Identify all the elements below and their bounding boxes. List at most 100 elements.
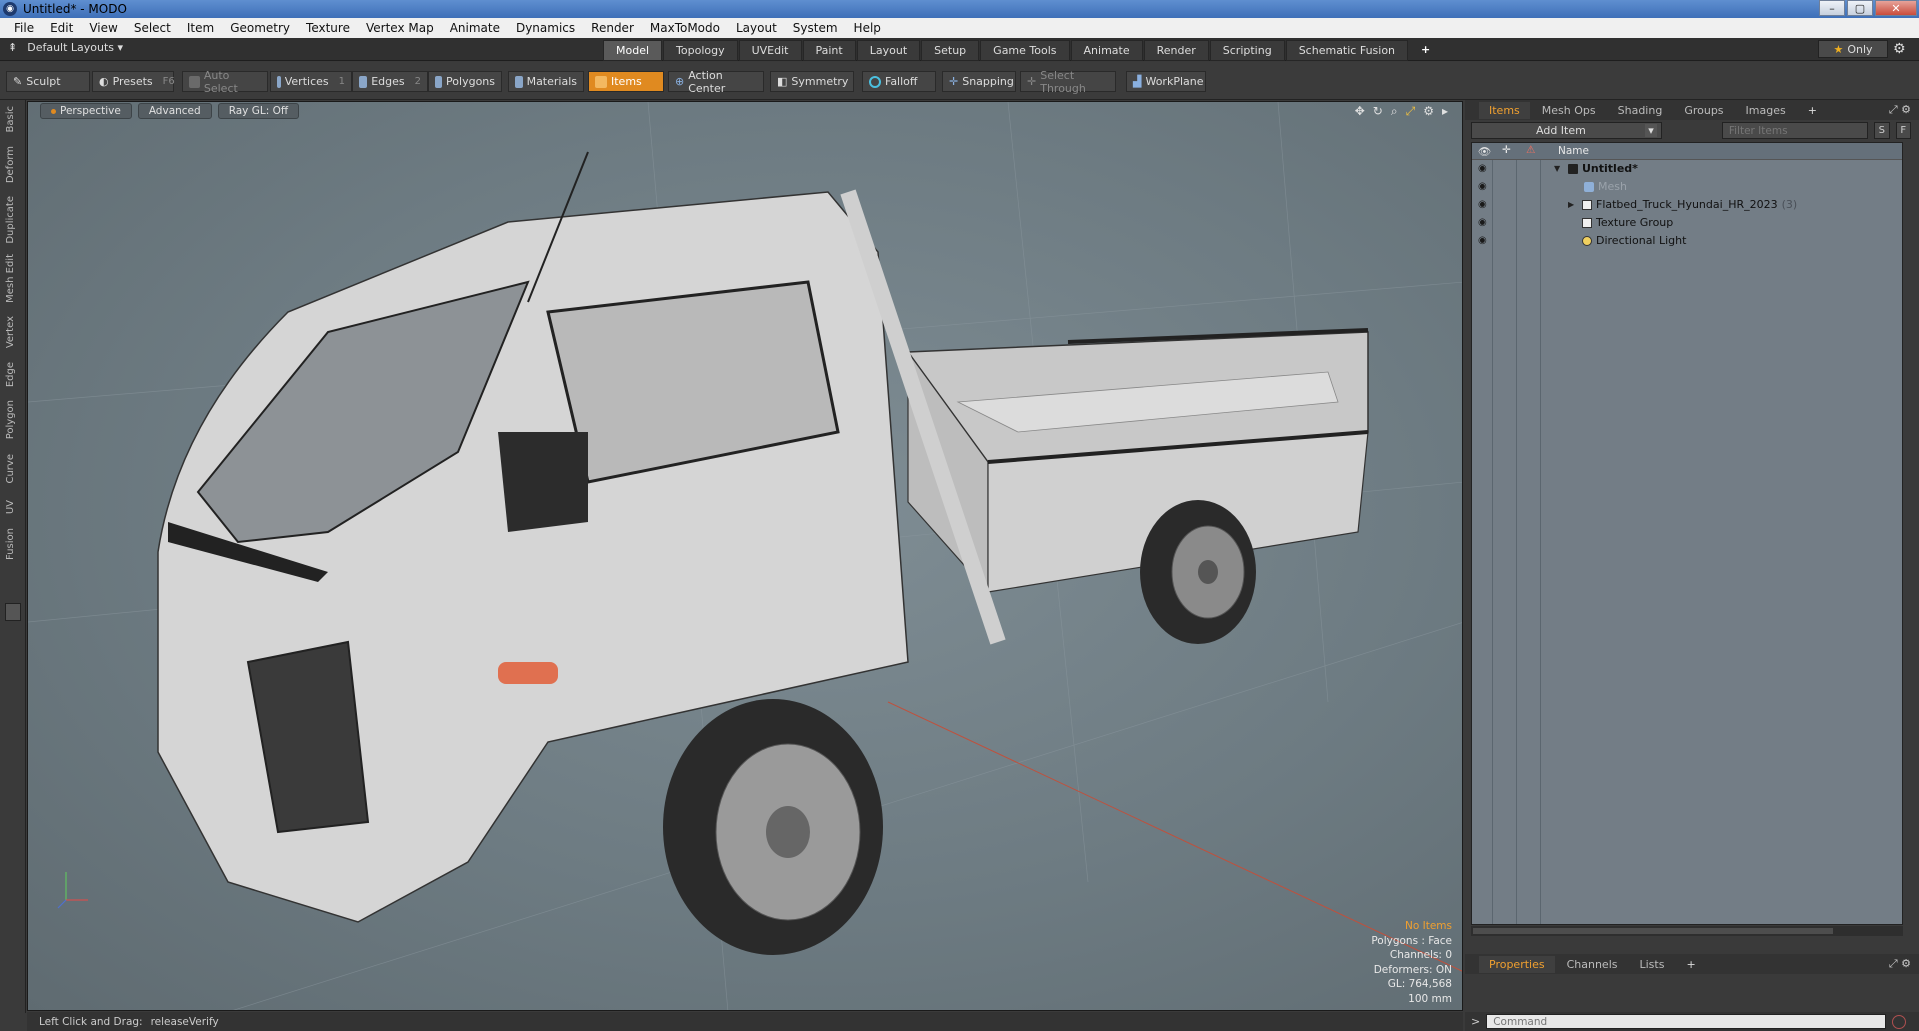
expand-triangle-icon[interactable]: ▶ bbox=[1568, 200, 1574, 209]
item-list-tree[interactable]: 👁 ✛ ⚠ Name ◉ ▼ Untitled* ◉ Mesh ◉ ▶ Flat… bbox=[1471, 142, 1903, 925]
rotate-icon[interactable]: ↻ bbox=[1373, 104, 1383, 119]
name-column-header[interactable]: Name bbox=[1558, 145, 1589, 157]
items-button[interactable]: Items bbox=[588, 71, 664, 92]
perspective-button[interactable]: Perspective bbox=[40, 103, 132, 119]
sculpt-button[interactable]: ✎ Sculpt bbox=[6, 71, 90, 92]
menu-render[interactable]: Render bbox=[583, 21, 642, 35]
eye-icon[interactable]: ◉ bbox=[1478, 235, 1487, 246]
lefttab-fusion[interactable]: Fusion bbox=[5, 528, 16, 560]
lefttab-uv[interactable]: UV bbox=[5, 500, 16, 514]
shading-button[interactable]: Advanced bbox=[137, 103, 212, 119]
lefttab-vertex[interactable]: Vertex bbox=[5, 316, 16, 348]
left-tabs-toggle[interactable] bbox=[5, 603, 21, 621]
lock-column-icon[interactable]: ⚠ bbox=[1526, 144, 1535, 156]
snapping-button[interactable]: ✛ Snapping bbox=[942, 71, 1016, 92]
tab-shading[interactable]: Shading bbox=[1608, 102, 1673, 119]
eye-icon[interactable]: ◉ bbox=[1478, 181, 1487, 192]
lefttab-curve[interactable]: Curve bbox=[5, 454, 16, 484]
menu-vertex-map[interactable]: Vertex Map bbox=[358, 21, 442, 35]
visibility-column-icon[interactable]: 👁 bbox=[1478, 145, 1491, 158]
horizontal-scrollbar[interactable] bbox=[1471, 926, 1903, 936]
gear-icon[interactable]: ⚙ bbox=[1893, 41, 1906, 57]
lefttab-edge[interactable]: Edge bbox=[5, 362, 16, 387]
tree-row-mesh[interactable]: ◉ Mesh bbox=[1472, 179, 1902, 194]
menu-help[interactable]: Help bbox=[846, 21, 889, 35]
auto-select-button[interactable]: Auto Select bbox=[182, 69, 268, 95]
tab-items[interactable]: Items bbox=[1479, 101, 1530, 119]
workplane-button[interactable]: ▟ WorkPlane bbox=[1126, 71, 1206, 92]
only-button[interactable]: ★ Only bbox=[1818, 40, 1888, 58]
viewport-gear-icon[interactable]: ⚙ bbox=[1423, 104, 1434, 119]
tab-uvedit[interactable]: UVEdit bbox=[738, 40, 802, 61]
fit-icon[interactable]: ⤢ bbox=[1406, 104, 1416, 119]
edges-button[interactable]: Edges 2 bbox=[352, 71, 428, 92]
zoom-icon[interactable]: ⌕ bbox=[1391, 104, 1398, 119]
menu-item[interactable]: Item bbox=[179, 21, 222, 35]
tree-row-texture-group[interactable]: ◉ Texture Group bbox=[1472, 215, 1902, 230]
tree-row-light[interactable]: ◉ Directional Light bbox=[1472, 233, 1902, 248]
tab-mesh-ops[interactable]: Mesh Ops bbox=[1532, 102, 1606, 119]
eye-icon[interactable]: ◉ bbox=[1478, 163, 1487, 174]
symmetry-button[interactable]: ◧ Symmetry bbox=[770, 71, 854, 92]
tab-images[interactable]: Images bbox=[1736, 102, 1796, 119]
raygl-button[interactable]: Ray GL: Off bbox=[217, 103, 300, 119]
polygons-button[interactable]: Polygons bbox=[428, 71, 502, 92]
panel-expand-icon[interactable]: ⤢ ⚙ bbox=[1889, 103, 1911, 117]
tab-render[interactable]: Render bbox=[1143, 40, 1209, 61]
s-toggle-button[interactable]: S bbox=[1874, 122, 1890, 139]
menu-edit[interactable]: Edit bbox=[42, 21, 81, 35]
action-center-button[interactable]: ⊕ Action Center bbox=[668, 69, 764, 95]
tab-scripting[interactable]: Scripting bbox=[1209, 40, 1285, 61]
eye-icon[interactable]: ◉ bbox=[1478, 217, 1487, 228]
tab-topology[interactable]: Topology bbox=[663, 40, 738, 61]
tab-channels[interactable]: Channels bbox=[1557, 956, 1628, 973]
eye-icon[interactable]: ◉ bbox=[1478, 199, 1487, 210]
collapse-triangle-icon[interactable]: ▼ bbox=[1554, 164, 1560, 173]
command-input[interactable] bbox=[1486, 1014, 1887, 1029]
record-icon[interactable] bbox=[1892, 1014, 1907, 1029]
vertices-button[interactable]: Vertices 1 bbox=[270, 71, 352, 92]
pan-icon[interactable]: ✥ bbox=[1355, 104, 1365, 119]
menu-file[interactable]: File bbox=[6, 21, 42, 35]
lefttab-polygon[interactable]: Polygon bbox=[5, 400, 16, 439]
materials-button[interactable]: Materials bbox=[508, 71, 584, 92]
add-tab-icon[interactable]: + bbox=[1409, 40, 1442, 61]
tab-game-tools[interactable]: Game Tools bbox=[980, 40, 1070, 61]
add-column-icon[interactable]: ✛ bbox=[1502, 144, 1511, 156]
tab-properties[interactable]: Properties bbox=[1479, 955, 1555, 973]
add-properties-tab-icon[interactable]: + bbox=[1676, 956, 1705, 973]
menu-dynamics[interactable]: Dynamics bbox=[508, 21, 583, 35]
tree-row-truck[interactable]: ◉ ▶ Flatbed_Truck_Hyundai_HR_2023 (3) bbox=[1472, 197, 1902, 212]
default-layouts-dropdown[interactable]: Default Layouts ▾ bbox=[27, 41, 123, 54]
tab-paint[interactable]: Paint bbox=[802, 40, 856, 61]
menu-system[interactable]: System bbox=[785, 21, 846, 35]
menu-layout[interactable]: Layout bbox=[728, 21, 785, 35]
tree-row-scene[interactable]: ◉ ▼ Untitled* bbox=[1472, 161, 1902, 176]
lefttab-mesh-edit[interactable]: Mesh Edit bbox=[5, 254, 16, 303]
layout-up-icon[interactable]: ⇞ bbox=[8, 41, 17, 54]
add-panel-tab-icon[interactable]: + bbox=[1798, 102, 1827, 119]
menu-maxtomodo[interactable]: MaxToModo bbox=[642, 21, 728, 35]
tab-layout[interactable]: Layout bbox=[856, 40, 921, 61]
minimize-icon[interactable]: – bbox=[1819, 0, 1845, 16]
tab-lists[interactable]: Lists bbox=[1630, 956, 1675, 973]
scrollbar-thumb[interactable] bbox=[1473, 928, 1833, 934]
tab-animate[interactable]: Animate bbox=[1070, 40, 1143, 61]
menu-select[interactable]: Select bbox=[126, 21, 179, 35]
menu-animate[interactable]: Animate bbox=[442, 21, 508, 35]
falloff-button[interactable]: Falloff bbox=[862, 71, 936, 92]
menu-view[interactable]: View bbox=[81, 21, 125, 35]
tab-model[interactable]: Model bbox=[603, 40, 663, 61]
tab-schematic-fusion[interactable]: Schematic Fusion bbox=[1285, 40, 1409, 61]
maximize-icon[interactable]: ▢ bbox=[1847, 0, 1873, 16]
menu-geometry[interactable]: Geometry bbox=[222, 21, 298, 35]
viewport-arrow-icon[interactable]: ▸ bbox=[1442, 104, 1448, 119]
lefttab-basic[interactable]: Basic bbox=[5, 106, 16, 132]
lefttab-duplicate[interactable]: Duplicate bbox=[5, 196, 16, 244]
3d-viewport[interactable]: Perspective Advanced Ray GL: Off ✥ ↻ ⌕ ⤢… bbox=[27, 101, 1463, 1011]
presets-button[interactable]: ◐ Presets F6 bbox=[92, 71, 175, 92]
add-item-button[interactable]: Add Item ▾ bbox=[1471, 122, 1662, 139]
close-icon[interactable]: ✕ bbox=[1875, 0, 1917, 16]
tab-setup[interactable]: Setup bbox=[921, 40, 980, 61]
tab-groups[interactable]: Groups bbox=[1674, 102, 1733, 119]
